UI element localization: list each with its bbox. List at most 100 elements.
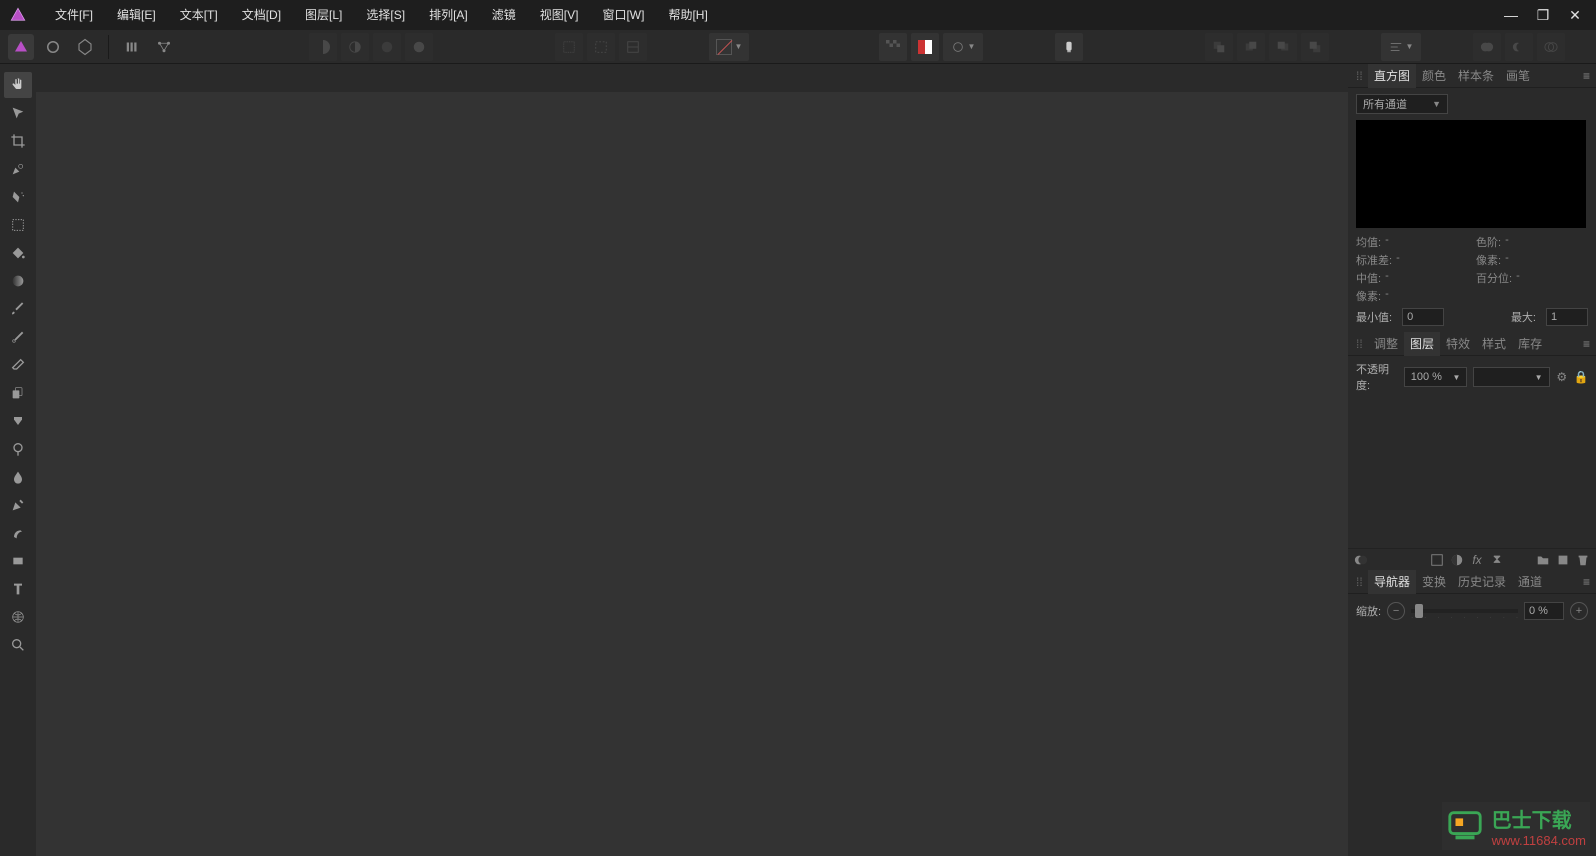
minimize-button[interactable]: —	[1502, 6, 1520, 24]
text-tool[interactable]	[4, 576, 32, 602]
zoom-slider[interactable]: ·········	[1411, 609, 1518, 613]
mask-icon[interactable]	[1354, 553, 1368, 567]
tab-histogram[interactable]: 直方图	[1368, 64, 1416, 88]
hourglass-icon[interactable]: ⧗	[1490, 553, 1504, 567]
tab-brushes[interactable]: 画笔	[1500, 64, 1536, 88]
flood-select-tool[interactable]	[4, 184, 32, 210]
menu-view[interactable]: 视图[V]	[528, 0, 591, 30]
trash-icon[interactable]	[1576, 553, 1590, 567]
adjustment-icon[interactable]	[1430, 553, 1444, 567]
menu-edit[interactable]: 编辑[E]	[105, 0, 168, 30]
menu-select[interactable]: 选择[S]	[354, 0, 417, 30]
fill-swatch-dropdown[interactable]: ▼	[709, 33, 749, 61]
min-input[interactable]	[1402, 308, 1444, 326]
tab-adjustments[interactable]: 调整	[1368, 332, 1404, 356]
move-tool[interactable]	[4, 100, 32, 126]
move-front-button[interactable]	[1301, 33, 1329, 61]
color-replace-tool[interactable]	[4, 324, 32, 350]
menu-filters[interactable]: 滤镜	[480, 0, 528, 30]
close-button[interactable]: ✕	[1566, 6, 1584, 24]
marquee-tool[interactable]	[4, 212, 32, 238]
tab-history[interactable]: 历史记录	[1452, 570, 1512, 594]
zoom-input[interactable]	[1524, 602, 1564, 620]
hand-tool[interactable]	[4, 72, 32, 98]
tab-fx[interactable]: 特效	[1440, 332, 1476, 356]
opacity-dropdown[interactable]: 100 %▼	[1404, 367, 1468, 387]
bool-subtract-button[interactable]	[1505, 33, 1533, 61]
erase-tool[interactable]	[4, 352, 32, 378]
selection-brush-tool[interactable]	[4, 156, 32, 182]
navigator-preview[interactable]	[1348, 628, 1596, 798]
tonemap-persona-button[interactable]	[119, 34, 145, 60]
snap-grid-button[interactable]	[555, 33, 583, 61]
snap-pixel-button[interactable]	[619, 33, 647, 61]
paint-brush-tool[interactable]	[4, 296, 32, 322]
bool-intersect-button[interactable]	[1537, 33, 1565, 61]
move-forward-button[interactable]	[1269, 33, 1297, 61]
grid-more-dropdown[interactable]: ▼	[943, 33, 983, 61]
clone-tool[interactable]	[4, 380, 32, 406]
tab-transform[interactable]: 变换	[1416, 570, 1452, 594]
menu-window[interactable]: 窗口[W]	[590, 0, 656, 30]
menu-help[interactable]: 帮助[H]	[656, 0, 719, 30]
zoom-tool[interactable]	[4, 632, 32, 658]
grip-icon[interactable]: ⁞⁞	[1356, 337, 1362, 351]
tab-layers[interactable]: 图层	[1404, 332, 1440, 356]
export-persona-button[interactable]	[151, 34, 177, 60]
smudge-tool[interactable]	[4, 520, 32, 546]
canvas-area[interactable]	[36, 92, 1348, 856]
panel-options-icon[interactable]: ≡	[1583, 575, 1596, 589]
menu-text[interactable]: 文本[T]	[168, 0, 230, 30]
select-add-button[interactable]	[341, 33, 369, 61]
move-backward-button[interactable]	[1237, 33, 1265, 61]
menu-file[interactable]: 文件[F]	[43, 0, 105, 30]
dodge-tool[interactable]	[4, 436, 32, 462]
max-input[interactable]	[1546, 308, 1588, 326]
pen-tool[interactable]	[4, 492, 32, 518]
develop-persona-button[interactable]	[72, 34, 98, 60]
tab-navigator[interactable]: 导航器	[1368, 570, 1416, 594]
panel-options-icon[interactable]: ≡	[1583, 337, 1596, 351]
blend-dropdown[interactable]: ▼	[1473, 367, 1549, 387]
select-intersect-button[interactable]	[405, 33, 433, 61]
tab-channels[interactable]: 通道	[1512, 570, 1548, 594]
gradient-tool[interactable]	[4, 268, 32, 294]
gear-icon[interactable]: ⚙	[1556, 370, 1568, 384]
crop-tool[interactable]	[4, 128, 32, 154]
snap-guide-button[interactable]	[587, 33, 615, 61]
bool-add-button[interactable]	[1473, 33, 1501, 61]
maximize-button[interactable]: ❐	[1534, 6, 1552, 24]
rectangle-tool[interactable]	[4, 548, 32, 574]
align-dropdown[interactable]: ▼	[1381, 33, 1421, 61]
tab-stock[interactable]: 库存	[1512, 332, 1548, 356]
tab-styles[interactable]: 样式	[1476, 332, 1512, 356]
blur-tool[interactable]	[4, 464, 32, 490]
tab-colour[interactable]: 颜色	[1416, 64, 1452, 88]
assistant-button[interactable]	[1055, 33, 1083, 61]
photo-persona-button[interactable]	[8, 34, 34, 60]
select-subtract-button[interactable]	[373, 33, 401, 61]
tab-swatches[interactable]: 样本条	[1452, 64, 1500, 88]
grid-dark-button[interactable]	[879, 33, 907, 61]
half-circle-icon[interactable]	[1450, 553, 1464, 567]
grip-icon[interactable]: ⁞⁞	[1356, 575, 1362, 589]
layer-list[interactable]	[1348, 398, 1596, 548]
select-new-button[interactable]	[309, 33, 337, 61]
grip-icon[interactable]: ⁞⁞	[1356, 69, 1362, 83]
grid-flag-button[interactable]	[911, 33, 939, 61]
liquify-persona-button[interactable]	[40, 34, 66, 60]
menu-document[interactable]: 文档[D]	[230, 0, 293, 30]
flood-fill-tool[interactable]	[4, 240, 32, 266]
fx-icon[interactable]: fx	[1470, 553, 1484, 567]
panel-options-icon[interactable]: ≡	[1583, 69, 1596, 83]
zoom-in-button[interactable]: +	[1570, 602, 1588, 620]
folder-icon[interactable]	[1536, 553, 1550, 567]
lock-icon[interactable]: 🔒	[1574, 370, 1588, 384]
mesh-warp-tool[interactable]	[4, 604, 32, 630]
menu-layer[interactable]: 图层[L]	[293, 0, 354, 30]
channel-dropdown[interactable]: 所有通道 ▼	[1356, 94, 1448, 114]
add-layer-icon[interactable]	[1556, 553, 1570, 567]
move-back-button[interactable]	[1205, 33, 1233, 61]
inpaint-tool[interactable]	[4, 408, 32, 434]
menu-arrange[interactable]: 排列[A]	[417, 0, 480, 30]
